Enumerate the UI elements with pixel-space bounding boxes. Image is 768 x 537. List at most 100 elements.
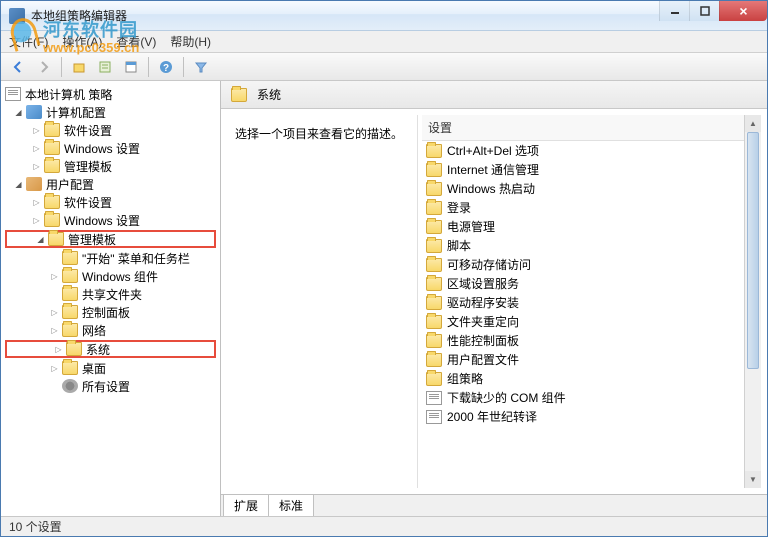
tree-uc-software[interactable]: 软件设置	[3, 193, 218, 211]
tree-control-panel[interactable]: 控制面板	[3, 303, 218, 321]
expander-icon[interactable]	[35, 234, 46, 245]
tree-cc-windows[interactable]: Windows 设置	[3, 139, 218, 157]
list-item-label: 性能控制面板	[447, 332, 519, 349]
document-icon	[426, 410, 442, 424]
tree-cc-admin[interactable]: 管理模板	[3, 157, 218, 175]
list-item[interactable]: 组策略	[422, 369, 761, 388]
expander-icon[interactable]	[31, 161, 42, 172]
tree-root[interactable]: 本地计算机 策略	[3, 85, 218, 103]
tab-extended[interactable]: 扩展	[223, 495, 269, 516]
titlebar[interactable]: 本地组策略编辑器 ×	[1, 1, 767, 31]
tree-cc-software[interactable]: 软件设置	[3, 121, 218, 139]
back-button[interactable]	[7, 56, 29, 78]
tree-computer-config[interactable]: 计算机配置	[3, 103, 218, 121]
folder-icon	[44, 213, 60, 227]
tree-label: 本地计算机 策略	[25, 86, 112, 103]
list-item[interactable]: 区域设置服务	[422, 274, 761, 293]
tree-user-config[interactable]: 用户配置	[3, 175, 218, 193]
content-title: 系统	[257, 86, 281, 103]
menu-view[interactable]: 查看(V)	[116, 33, 156, 50]
maximize-button[interactable]	[689, 1, 719, 21]
expander-icon[interactable]	[49, 325, 60, 336]
tab-standard[interactable]: 标准	[268, 495, 314, 516]
scroll-down-button[interactable]: ▼	[745, 471, 761, 488]
list-item[interactable]: 可移动存储访问	[422, 255, 761, 274]
tree-label: Windows 设置	[64, 140, 140, 157]
app-window: 本地组策略编辑器 × 河东软件园 www.pc0359.cn 文件(F) 操作(…	[0, 0, 768, 537]
folder-icon	[426, 334, 442, 348]
close-button[interactable]: ×	[719, 1, 767, 21]
tree-all-settings[interactable]: 所有设置	[3, 377, 218, 395]
list-item[interactable]: 驱动程序安装	[422, 293, 761, 312]
document-icon	[426, 391, 442, 405]
tool-properties-button[interactable]	[120, 56, 142, 78]
tree-uc-admin-highlighted[interactable]: 管理模板	[5, 230, 216, 248]
list-item-label: Ctrl+Alt+Del 选项	[447, 142, 539, 159]
tree-label: 控制面板	[82, 304, 130, 321]
menubar: 文件(F) 操作(A) 查看(V) 帮助(H)	[1, 31, 767, 53]
tree-uc-windows[interactable]: Windows 设置	[3, 211, 218, 229]
tree-label: Windows 设置	[64, 212, 140, 229]
tree-panel[interactable]: 本地计算机 策略 计算机配置 软件设置 Windows 设置 管理模板	[1, 81, 221, 516]
expander-icon[interactable]	[31, 215, 42, 226]
list-item[interactable]: 文件夹重定向	[422, 312, 761, 331]
scroll-up-button[interactable]: ▲	[745, 115, 761, 132]
vertical-scrollbar[interactable]: ▲ ▼	[744, 115, 761, 488]
list-item[interactable]: Internet 通信管理	[422, 160, 761, 179]
folder-icon	[426, 258, 442, 272]
expander-icon[interactable]	[31, 125, 42, 136]
expander-icon[interactable]	[53, 344, 64, 355]
expander-icon[interactable]	[49, 271, 60, 282]
svg-text:?: ?	[163, 63, 169, 74]
menu-action[interactable]: 操作(A)	[62, 33, 102, 50]
list-item[interactable]: 登录	[422, 198, 761, 217]
folder-icon	[426, 182, 442, 196]
folder-icon	[426, 144, 442, 158]
list-item[interactable]: 性能控制面板	[422, 331, 761, 350]
forward-button[interactable]	[33, 56, 55, 78]
list-item-label: 登录	[447, 199, 471, 216]
list-item-label: 区域设置服务	[447, 275, 519, 292]
folder-icon	[62, 287, 78, 301]
scroll-thumb[interactable]	[747, 132, 759, 369]
list-item[interactable]: Ctrl+Alt+Del 选项	[422, 141, 761, 160]
expander-icon[interactable]	[49, 363, 60, 374]
list-column-header[interactable]: 设置	[422, 115, 761, 141]
folder-icon	[426, 353, 442, 367]
tree-shared-folders[interactable]: 共享文件夹	[3, 285, 218, 303]
tree-start-menu[interactable]: "开始" 菜单和任务栏	[3, 249, 218, 267]
list-item[interactable]: 下载缺少的 COM 组件	[422, 388, 761, 407]
list-item-label: 组策略	[447, 370, 483, 387]
scroll-track[interactable]	[745, 132, 761, 471]
list-item[interactable]: 脚本	[422, 236, 761, 255]
list-item-label: 电源管理	[447, 218, 495, 235]
expander-icon[interactable]	[49, 307, 60, 318]
list-item[interactable]: 电源管理	[422, 217, 761, 236]
minimize-button[interactable]	[659, 1, 689, 21]
folder-icon	[426, 296, 442, 310]
main-area: 本地计算机 策略 计算机配置 软件设置 Windows 设置 管理模板	[1, 81, 767, 516]
tree-network[interactable]: 网络	[3, 321, 218, 339]
tree-system-highlighted[interactable]: 系统	[5, 340, 216, 358]
tree-label: 桌面	[82, 360, 106, 377]
list-item[interactable]: 2000 年世纪转译	[422, 407, 761, 426]
tool-filter-button[interactable]	[190, 56, 212, 78]
tree-desktop[interactable]: 桌面	[3, 359, 218, 377]
folder-icon	[66, 342, 82, 356]
list-item[interactable]: Windows 热启动	[422, 179, 761, 198]
list-item-label: Internet 通信管理	[447, 161, 539, 178]
tool-up-button[interactable]	[68, 56, 90, 78]
expander-icon[interactable]	[13, 179, 24, 190]
list-item[interactable]: 用户配置文件	[422, 350, 761, 369]
tree-win-components[interactable]: Windows 组件	[3, 267, 218, 285]
expander-icon[interactable]	[31, 143, 42, 154]
menu-help[interactable]: 帮助(H)	[170, 33, 211, 50]
settings-list[interactable]: 设置 Ctrl+Alt+Del 选项 Internet 通信管理Windows 热…	[417, 115, 761, 488]
tool-list-button[interactable]	[94, 56, 116, 78]
folder-icon	[426, 220, 442, 234]
tool-help-button[interactable]: ?	[155, 56, 177, 78]
expander-icon[interactable]	[31, 197, 42, 208]
tree-label: 共享文件夹	[82, 286, 142, 303]
expander-icon[interactable]	[13, 107, 24, 118]
menu-file[interactable]: 文件(F)	[9, 33, 48, 50]
